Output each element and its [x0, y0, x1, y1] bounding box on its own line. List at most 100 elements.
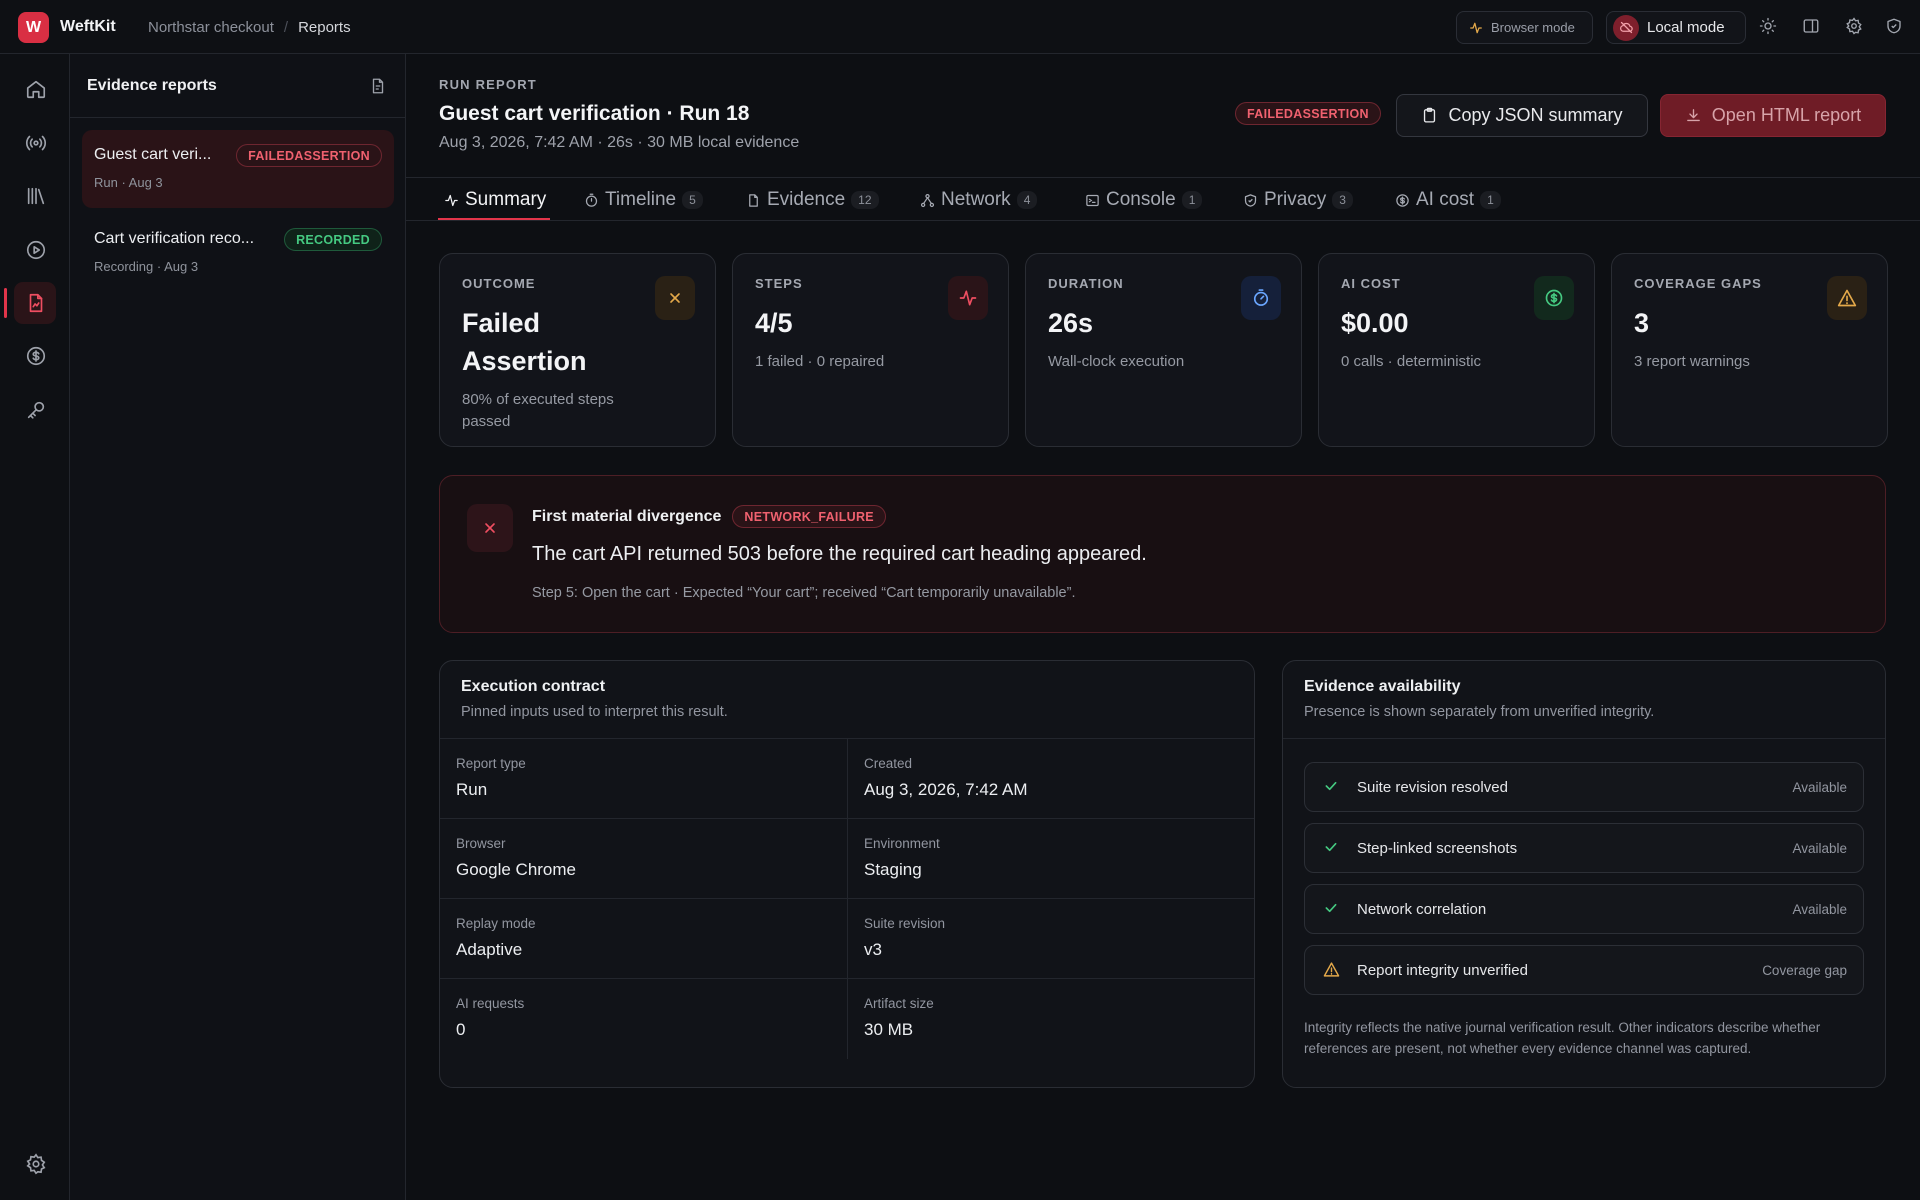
panel-toggle-icon[interactable]	[1802, 17, 1822, 37]
tab-count: 5	[682, 191, 703, 209]
key-icon[interactable]	[25, 399, 47, 421]
contract-cell: Created Aug 3, 2026, 7:42 AM	[848, 739, 1254, 819]
metric-card-duration: DURATION 26s Wall-clock execution	[1025, 253, 1302, 447]
shield-icon[interactable]	[1885, 17, 1905, 37]
kv-value: Staging	[864, 860, 922, 879]
kv-value: Aug 3, 2026, 7:42 AM	[864, 780, 1028, 799]
home-icon[interactable]	[25, 78, 47, 100]
contract-cell: Report type Run	[440, 739, 848, 819]
list-item[interactable]: Cart verification reco... Recording · Au…	[82, 214, 394, 292]
metric-value: 4/5	[755, 308, 793, 338]
check-icon	[1323, 778, 1341, 796]
evidence-availability-panel: Evidence availability Presence is shown …	[1282, 660, 1886, 1088]
gear-icon[interactable]	[1845, 17, 1865, 37]
reports-list-header: Evidence reports	[70, 54, 405, 118]
breadcrumb-project[interactable]: Northstar checkout	[148, 19, 274, 36]
kv-value: Google Chrome	[456, 860, 577, 879]
metric-sub: 80% of executed steps passed	[462, 391, 614, 430]
kv-label: Artifact size	[864, 996, 934, 1011]
kv-value: 30 MB	[864, 1020, 914, 1039]
tab-console[interactable]: Console 1	[1085, 178, 1203, 222]
report-icon[interactable]	[25, 292, 47, 314]
kv-label: Environment	[864, 836, 940, 851]
panel-title: Execution contract	[461, 678, 606, 695]
app-logo[interactable]: W	[18, 12, 49, 43]
contract-cell: Suite revision v3	[848, 899, 1254, 979]
contract-cell: Artifact size 30 MB	[848, 979, 1254, 1059]
metric-sub: 0 calls · deterministic	[1341, 353, 1482, 370]
x-icon	[655, 276, 695, 320]
gear-icon[interactable]	[25, 1153, 47, 1175]
divergence-banner: First material divergence NETWORK_FAILUR…	[439, 475, 1886, 633]
report-main: RUN REPORT Guest cart verification · Run…	[406, 54, 1920, 1200]
status-badge: NETWORK_FAILURE	[732, 505, 886, 528]
panel-subtitle: Presence is shown separately from unveri…	[1304, 704, 1655, 720]
metric-sub: 3 report warnings	[1634, 353, 1750, 370]
library-icon[interactable]	[25, 185, 47, 207]
tab-label: Privacy	[1264, 189, 1327, 210]
panel-title: Evidence availability	[1304, 678, 1461, 695]
console-icon	[1085, 193, 1100, 208]
status-badge: FAILEDASSERTION	[1235, 102, 1381, 125]
tab-evidence[interactable]: Evidence 12	[746, 178, 879, 222]
list-item[interactable]: Guest cart veri... Run · Aug 3 FAILEDASS…	[82, 130, 394, 208]
tab-privacy[interactable]: Privacy 3	[1243, 178, 1353, 222]
check-icon	[1323, 839, 1341, 857]
availability-item[interactable]: Network correlation Available	[1304, 884, 1864, 934]
panel-subtitle: Pinned inputs used to interpret this res…	[461, 704, 728, 720]
reports-list-title: Evidence reports	[87, 76, 217, 94]
tab-timeline[interactable]: Timeline 5	[584, 178, 703, 222]
network-icon	[920, 193, 935, 208]
copy-json-label: Copy JSON summary	[1448, 105, 1623, 125]
contract-cell: Browser Google Chrome	[440, 819, 848, 899]
availability-item[interactable]: Report integrity unverified Coverage gap	[1304, 945, 1864, 995]
availability-item[interactable]: Suite revision resolved Available	[1304, 762, 1864, 812]
contract-row: AI requests 0 Artifact size 30 MB	[440, 979, 1254, 1059]
divergence-detail: Step 5: Open the cart · Expected “Your c…	[532, 585, 1076, 601]
metric-sub: 1 failed · 0 repaired	[755, 353, 885, 370]
broadcast-icon[interactable]	[25, 132, 47, 154]
metric-card-steps: STEPS 4/5 1 failed · 0 repaired	[732, 253, 1009, 447]
availability-item[interactable]: Step-linked screenshots Available	[1304, 823, 1864, 873]
kv-label: AI requests	[456, 996, 525, 1011]
dollar-icon[interactable]	[25, 345, 47, 367]
page-title: Guest cart verification · Run 18	[439, 102, 750, 125]
stopwatch-icon	[1241, 276, 1281, 320]
tab-count: 1	[1480, 191, 1501, 209]
sun-icon[interactable]	[1759, 17, 1779, 37]
clipboard-icon	[1421, 107, 1438, 124]
tab-summary[interactable]: Summary	[444, 178, 546, 222]
open-html-report-label: Open HTML report	[1711, 105, 1862, 125]
availability-status: Available	[1792, 901, 1847, 917]
kv-label: Suite revision	[864, 916, 946, 931]
tab-label: Summary	[465, 189, 547, 210]
tab-ai-cost[interactable]: AI cost 1	[1395, 178, 1501, 222]
browser-mode-label: Browser mode	[1491, 20, 1575, 35]
contract-row: Replay mode Adaptive Suite revision v3	[440, 899, 1254, 979]
kv-value: Run	[456, 780, 488, 799]
rail-active-indicator	[4, 288, 7, 318]
availability-status: Coverage gap	[1762, 962, 1847, 978]
kv-label: Created	[864, 756, 913, 771]
warning-icon	[1323, 961, 1341, 979]
contract-row: Browser Google Chrome Environment Stagin…	[440, 819, 1254, 899]
report-eyebrow: RUN REPORT	[439, 77, 537, 92]
dollar-icon	[1395, 193, 1410, 208]
metric-card-coverage-gaps: COVERAGE GAPS 3 3 report warnings	[1611, 253, 1888, 447]
browser-mode-button[interactable]: Browser mode	[1456, 11, 1593, 44]
pulse-icon	[948, 276, 988, 320]
dollar-icon	[1534, 276, 1574, 320]
copy-json-button[interactable]: Copy JSON summary	[1396, 94, 1648, 137]
tab-label: Evidence	[767, 189, 846, 210]
tab-network[interactable]: Network 4	[920, 178, 1038, 222]
tab-count: 1	[1181, 191, 1203, 209]
local-mode-button[interactable]: Local mode	[1606, 11, 1746, 44]
new-report-icon[interactable]	[369, 77, 387, 95]
kv-value: v3	[864, 940, 882, 959]
status-badge: RECORDED	[284, 228, 382, 251]
play-icon[interactable]	[25, 239, 47, 261]
list-item-meta: Recording · Aug 3	[94, 259, 199, 274]
metric-value: 26s	[1048, 308, 1094, 338]
kv-label: Browser	[456, 836, 506, 851]
open-html-report-button[interactable]: Open HTML report	[1660, 94, 1886, 137]
